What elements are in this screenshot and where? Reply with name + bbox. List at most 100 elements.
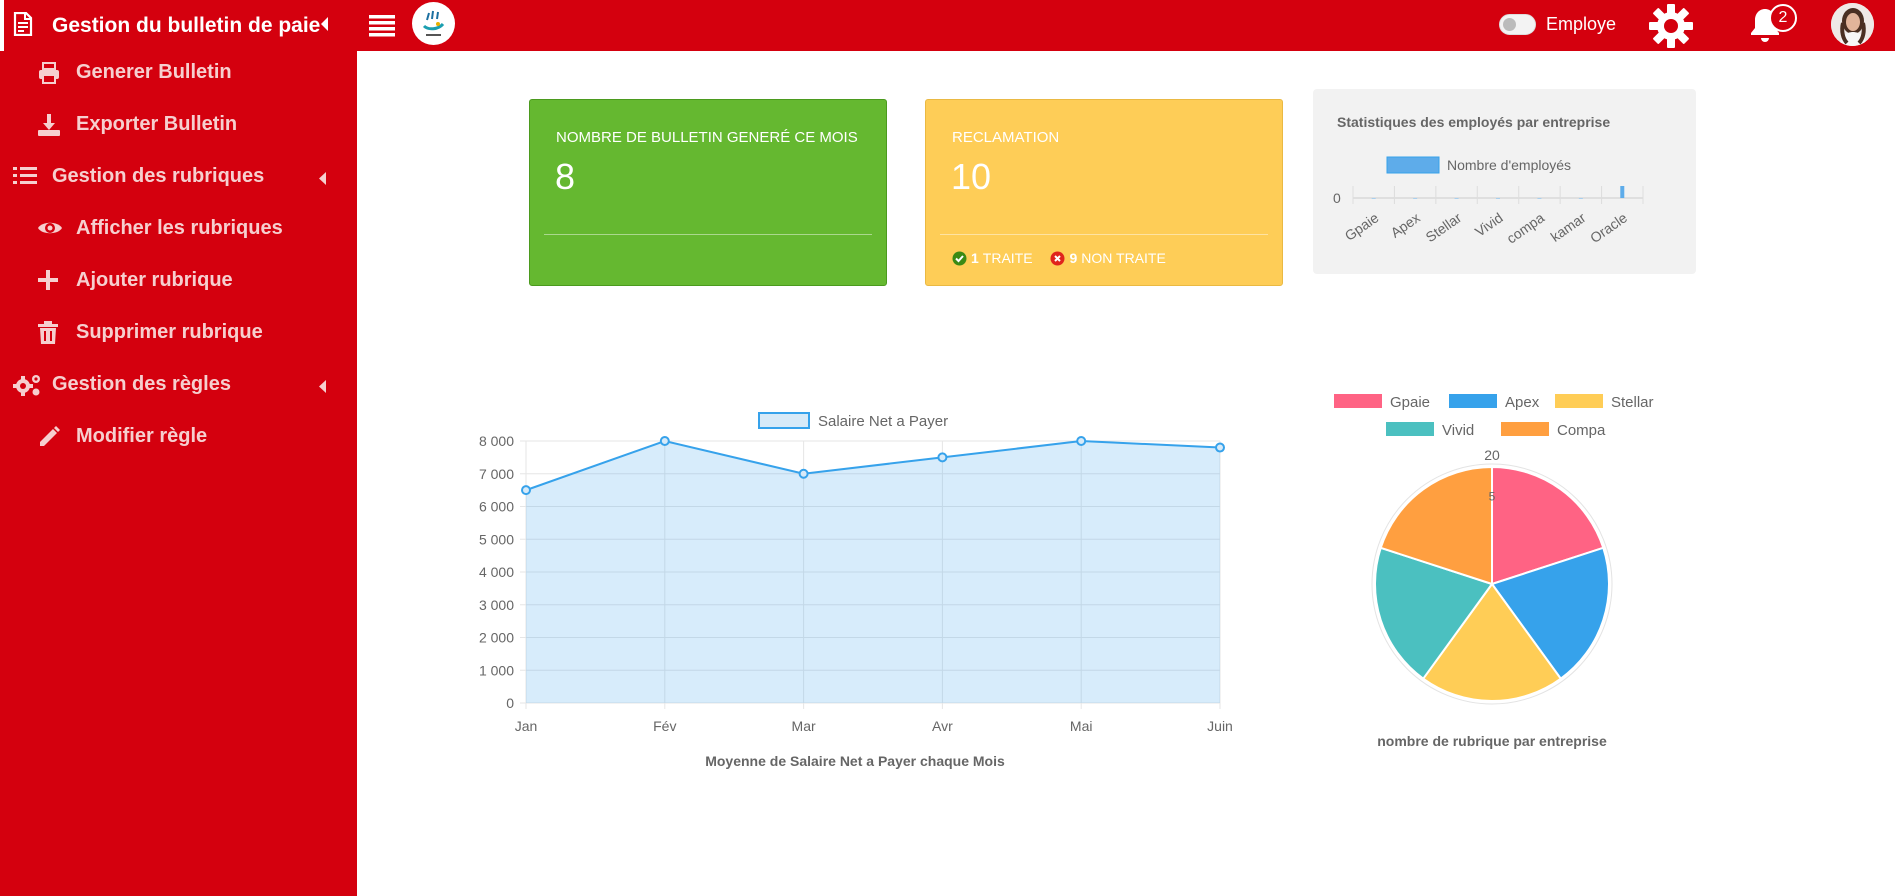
x-tick-label: Juin [1207,718,1233,734]
active-indicator [0,0,4,51]
bar [1620,186,1625,198]
legend-swatch [1334,394,1382,408]
menu-icon[interactable] [369,13,395,42]
x-circle-icon [1050,251,1065,265]
employee-bar-chart: Statistiques des employés par entreprise… [1333,114,1644,247]
treated-status[interactable]: 1 TRAITE [952,250,1033,266]
legend-swatch [758,412,810,429]
data-point [521,485,531,496]
x-tick-label: Mai [1070,718,1093,734]
divider [940,234,1268,235]
card-title: NOMBRE DE BULLETIN GENERÉ CE MOIS [556,129,858,146]
y-tick-label: 5 000 [479,531,514,547]
reclamation-footer: 1 TRAITE 9 NON TRAITE [952,250,1180,269]
treated-label: TRAITE [982,250,1033,266]
y-tick-label: 7 000 [479,466,514,482]
data-point [937,452,948,463]
untreated-count: 9 [1069,250,1078,266]
sidebar-item-label: Afficher les rubriques [76,217,283,239]
sidebar-item-ajouter-rubrique[interactable]: Ajouter rubrique [0,259,357,303]
rubrique-polar-chart: Gpaie Apex Stellar Vivid Compa 20 5 nombre de r… [1334,394,1654,749]
sidebar-group-rubriques[interactable]: Gestion des rubriques [0,155,357,199]
gear-icon[interactable] [1648,3,1694,54]
employee-mode-toggle[interactable] [1499,14,1536,35]
printer-icon [37,61,61,91]
legend-label: Compa [1557,422,1606,439]
x-tick-label: Stellar [1423,209,1465,245]
sidebar-item-generer-bulletin[interactable]: Generer Bulletin [0,51,357,95]
bar [1371,198,1376,199]
r-tick-label: 5 [1489,489,1496,503]
bar [1496,198,1500,199]
sidebar-item-exporter-bulletin[interactable]: Exporter Bulletin [0,103,357,147]
chart-title: Moyenne de Salaire Net a Payer chaque Mo… [705,753,1005,769]
bar [1537,198,1542,199]
x-tick-label: Vivid [1472,209,1506,239]
card-value: 10 [951,156,992,197]
y-tick-label: 1 000 [479,662,514,678]
sidebar-item-supprimer-rubrique[interactable]: Supprimer rubrique [0,311,357,355]
avatar[interactable] [1831,3,1874,46]
app-title[interactable]: Gestion du bulletin de paie [52,14,320,38]
card-value: 8 [555,156,576,197]
sidebar-item-modifier-regle[interactable]: Modifier règle [0,415,357,459]
sidebar-item-label: Exporter Bulletin [76,113,238,135]
document-icon [13,11,33,41]
caret-left-icon[interactable] [319,16,329,37]
toggle-knob [1503,18,1516,31]
bar [1454,198,1459,199]
bar [1413,198,1418,199]
app-logo[interactable] [412,2,455,45]
employee-stats-card: Statistiques des employés par entreprise… [1313,89,1696,274]
legend-label: Vivid [1442,422,1474,439]
x-tick-label: Apex [1388,209,1423,240]
y-tick-label: 0 [506,695,514,711]
trash-icon [37,321,59,351]
x-tick-label: compa [1504,209,1548,246]
bulletins-generated-card: NOMBRE DE BULLETIN GENERÉ CE MOIS 8 [529,99,887,286]
y-tick-label: 8 000 [479,433,514,449]
reclamation-card: RECLAMATION 10 1 TRAITE 9 NON TRAITE [925,99,1283,286]
sidebar-item-label: Ajouter rubrique [76,269,233,291]
x-tick-label: Jan [515,718,538,734]
legend-swatch [1555,394,1603,408]
treated-count: 1 [971,250,979,266]
legend-swatch [1449,394,1497,408]
x-tick-label: Gpaie [1342,209,1382,244]
y-tick-label: 4 000 [479,564,514,580]
sidebar-group-regles[interactable]: Gestion des règles [0,363,357,407]
sidebar-item-label: Supprimer rubrique [76,321,263,343]
untreated-label: NON TRAITE [1081,250,1166,266]
sidebar-item-label: Gestion des règles [52,373,231,395]
caret-left-icon [318,377,327,400]
salary-line-chart: Salaire Net a Payer 0 1 000 2 000 3 000 4 000… [479,412,1233,769]
sidebar-item-afficher-rubriques[interactable]: Afficher les rubriques [0,207,357,251]
download-icon [37,113,61,143]
sidebar: Generer Bulletin Exporter Bulletin Gesti… [0,51,357,896]
sidebar-item-label: Generer Bulletin [76,61,232,83]
check-circle-icon [952,251,967,265]
bar [1578,198,1583,199]
data-point [659,436,670,446]
legend-label: Gpaie [1390,394,1430,411]
y-tick-label: 6 000 [479,499,514,515]
x-tick-label: kamar [1548,209,1589,245]
legend-label: Apex [1505,394,1540,411]
x-tick-label: Fév [653,718,676,734]
top-bar: Gestion du bulletin de paie Employe 2 [0,0,1895,51]
caret-left-icon [318,169,327,192]
sidebar-item-label: Gestion des rubriques [52,165,265,187]
y-tick-label: 3 000 [479,597,514,613]
divider [544,234,872,235]
cogs-icon [13,373,43,403]
chart-title: Statistiques des employés par entreprise [1337,114,1610,130]
legend-label: Nombre d'employés [1447,157,1571,173]
data-point [1076,436,1087,446]
notification-badge[interactable]: 2 [1769,4,1797,32]
x-tick-label: Avr [932,718,953,734]
x-tick-label: Mar [792,718,816,734]
legend-swatch [1386,422,1434,436]
data-point [1215,442,1225,453]
untreated-status[interactable]: 9 NON TRAITE [1050,250,1166,266]
y-tick-label: 0 [1333,190,1341,206]
